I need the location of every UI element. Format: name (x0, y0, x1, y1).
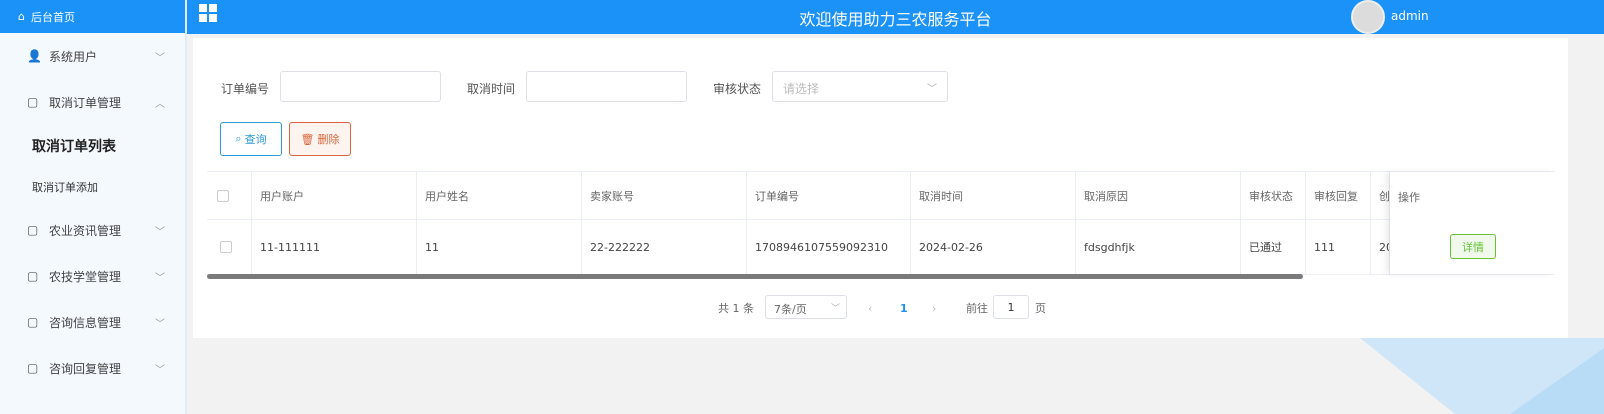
column-header[interactable]: 用户账户 (252, 172, 417, 219)
top-bar: 欢迎使用助力三农服务平台 admin (187, 0, 1604, 34)
sidebar-subitem-label: 取消订单添加 (32, 181, 98, 194)
search-button-label: 查询 (244, 133, 267, 146)
sidebar-item-consult-info[interactable]: ▢ 咨询信息管理 ﹀ (0, 299, 185, 345)
chevron-up-icon: ︿ (155, 98, 165, 110)
sidebar: ⌂ 后台首页 👤 系统用户 ﹀ ▢ 取消订单管理 ︿ 取消订单列表 取消订单添加… (0, 0, 187, 414)
order-no-label: 订单编号 (221, 82, 270, 96)
column-header[interactable]: 审核回复 (1306, 172, 1371, 219)
document-icon: ▢ (27, 269, 39, 283)
avatar[interactable] (1351, 0, 1385, 34)
page-size-value: 7条/页 (774, 303, 807, 316)
sidebar-item-label: 取消订单管理 (49, 95, 122, 110)
chevron-down-icon: ﹀ (155, 226, 165, 238)
detail-button[interactable]: 详情 (1450, 234, 1496, 259)
document-icon: ▢ (27, 223, 39, 237)
sidebar-subitem-cancel-order-add[interactable]: 取消订单添加 (0, 167, 185, 207)
page-suffix: 页 (1035, 302, 1046, 315)
review-status-placeholder: 请选择 (783, 82, 820, 96)
column-header: 操作 (1398, 191, 1420, 204)
search-icon: ⌕ (235, 132, 242, 145)
delete-button-label: 删除 (317, 133, 340, 146)
table-cell: 2024-02-26 (911, 220, 1076, 274)
data-table: 用户账户 用户姓名 卖家账号 订单编号 取消时间 取消原因 审核状态 审核回复 … (207, 171, 1555, 280)
goto-page-input[interactable] (993, 295, 1029, 319)
row-checkbox[interactable] (220, 241, 232, 253)
column-header[interactable]: 卖家账号 (582, 172, 747, 219)
review-status-select[interactable]: 请选择 ﹀ (772, 71, 948, 102)
sidebar-item-label: 咨询信息管理 (49, 315, 122, 330)
table-header-row: 用户账户 用户姓名 卖家账号 订单编号 取消时间 取消原因 审核状态 审核回复 … (207, 172, 1555, 220)
sidebar-item-agri-class[interactable]: ▢ 农技学堂管理 ﹀ (0, 253, 185, 299)
order-no-input[interactable] (280, 71, 441, 102)
document-icon: ▢ (27, 315, 39, 329)
chevron-down-icon: ﹀ (830, 304, 840, 314)
row-select-cell (207, 220, 252, 274)
table-cell: 20 (1371, 220, 1390, 274)
chevron-down-icon: ﹀ (927, 84, 937, 95)
table-cell: 22-222222 (582, 220, 747, 274)
main-panel: 订单编号 取消时间 审核状态 请选择 ﹀ ⌕ 查询 🗑 删除 用户账户 用户姓名… (193, 38, 1568, 338)
column-header[interactable]: 用户姓名 (417, 172, 582, 219)
column-header[interactable]: 创 (1371, 172, 1390, 219)
horizontal-scrollbar[interactable] (207, 274, 1303, 279)
sidebar-subitem-cancel-order-list[interactable]: 取消订单列表 (0, 125, 185, 167)
review-status-label: 审核状态 (713, 82, 762, 96)
table-cell: 11-111111 (252, 220, 417, 274)
background-decoration (1360, 338, 1604, 414)
sidebar-item-label: 系统用户 (49, 49, 98, 64)
sidebar-item-system-users[interactable]: 👤 系统用户 ﹀ (0, 33, 185, 79)
username[interactable]: admin (1391, 9, 1429, 23)
sidebar-item-label: 农技学堂管理 (49, 269, 122, 284)
sidebar-subitem-label: 取消订单列表 (32, 139, 116, 155)
sidebar-home-label: 后台首页 (30, 10, 75, 24)
table-row: 11-111111 11 22-222222 17089461075590923… (207, 220, 1555, 275)
prev-page-icon[interactable]: ‹ (868, 296, 872, 320)
next-page-icon[interactable]: › (932, 296, 936, 320)
column-header[interactable]: 订单编号 (747, 172, 911, 219)
chevron-down-icon: ﹀ (155, 272, 165, 284)
sidebar-item-consult-reply[interactable]: ▢ 咨询回复管理 ﹀ (0, 345, 185, 391)
cancel-time-label: 取消时间 (467, 82, 516, 96)
table-cell: 11 (417, 220, 582, 274)
table-cell: 已通过 (1241, 220, 1306, 274)
column-header[interactable]: 审核状态 (1241, 172, 1306, 219)
chevron-down-icon: ﹀ (155, 318, 165, 330)
delete-button[interactable]: 🗑 删除 (289, 122, 351, 156)
page-number-current[interactable]: 1 (900, 296, 908, 320)
sidebar-item-agri-news[interactable]: ▢ 农业资讯管理 ﹀ (0, 207, 185, 253)
sidebar-item-cancel-orders[interactable]: ▢ 取消订单管理 ︿ (0, 79, 185, 125)
select-all-cell (207, 172, 252, 219)
column-header[interactable]: 取消时间 (911, 172, 1076, 219)
table-cell: 1708946107559092310 (747, 220, 911, 274)
chevron-down-icon: ﹀ (155, 364, 165, 376)
operation-column: 操作 详情 (1390, 172, 1555, 274)
column-header[interactable]: 取消原因 (1076, 172, 1241, 219)
table-cell: fdsgdhfjk (1076, 220, 1241, 274)
goto-label: 前往 (966, 302, 988, 315)
chevron-down-icon: ﹀ (155, 52, 165, 64)
sidebar-home[interactable]: ⌂ 后台首页 (0, 0, 185, 33)
sidebar-item-label: 农业资讯管理 (49, 223, 122, 238)
trash-icon: 🗑 (300, 132, 315, 146)
document-icon: ▢ (27, 95, 39, 109)
document-icon: ▢ (27, 361, 39, 375)
page-size-select[interactable]: 7条/页 ﹀ (765, 295, 847, 319)
home-icon: ⌂ (18, 10, 25, 23)
cancel-time-input[interactable] (526, 71, 687, 102)
table-cell: 111 (1306, 220, 1371, 274)
user-icon: 👤 (27, 49, 42, 63)
sidebar-item-label: 咨询回复管理 (49, 361, 122, 376)
search-button[interactable]: ⌕ 查询 (220, 122, 282, 156)
select-all-checkbox[interactable] (217, 189, 229, 202)
pagination-total: 共 1 条 (718, 302, 754, 315)
